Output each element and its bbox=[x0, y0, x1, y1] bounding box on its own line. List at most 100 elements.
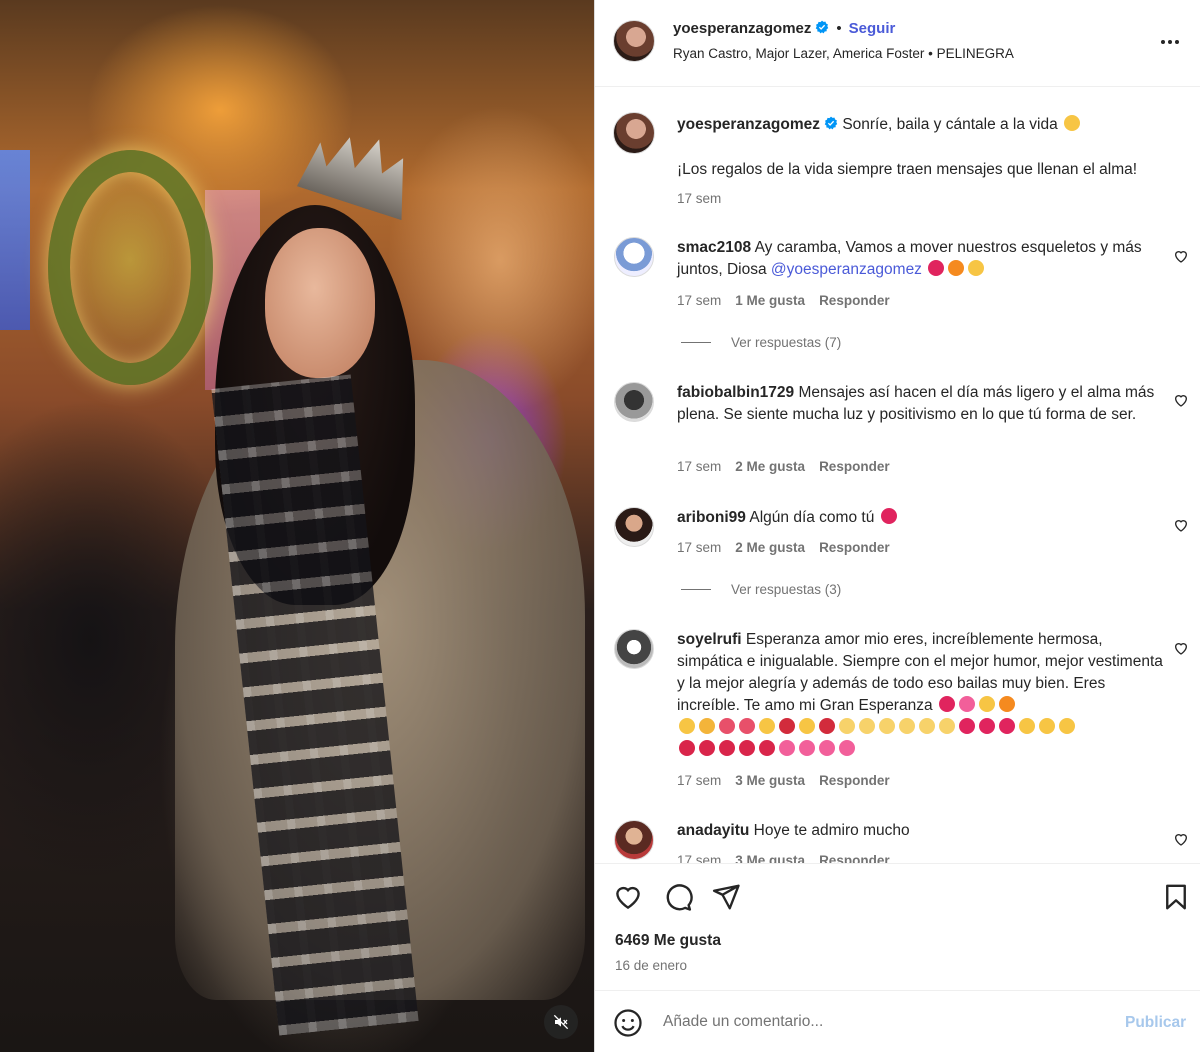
heart-emoji bbox=[880, 508, 897, 524]
rose-emoji bbox=[779, 718, 795, 734]
author-avatar[interactable] bbox=[613, 20, 655, 62]
comment-username[interactable]: anadayitu bbox=[677, 822, 749, 839]
comment-username[interactable]: ariboni99 bbox=[677, 509, 746, 526]
like-comment-heart-icon[interactable] bbox=[1173, 248, 1189, 264]
sparkles-emoji bbox=[899, 718, 915, 734]
caption-username[interactable]: yoesperanzagomez bbox=[677, 116, 820, 133]
post-date[interactable]: 16 de enero bbox=[615, 958, 687, 973]
more-options-icon[interactable] bbox=[1161, 32, 1185, 52]
author-line: yoesperanzagomez • Seguir bbox=[673, 20, 895, 37]
dizzy-emoji bbox=[839, 718, 855, 734]
clap-emoji bbox=[699, 718, 715, 734]
like-comment-heart-icon[interactable] bbox=[1173, 831, 1189, 847]
caption-line2: ¡Los regalos de la vida siempre traen me… bbox=[677, 161, 1138, 178]
comment-avatar[interactable] bbox=[614, 507, 654, 547]
comment-meta: 17 sem 3 Me gusta Responder bbox=[677, 853, 904, 863]
bouquet-emoji bbox=[719, 718, 735, 734]
heart-eyes-emoji bbox=[1039, 718, 1055, 734]
verified-badge-icon bbox=[816, 20, 829, 34]
publish-button[interactable]: Publicar bbox=[1125, 1014, 1186, 1032]
reply-button[interactable]: Responder bbox=[819, 293, 890, 308]
comment-avatar[interactable] bbox=[614, 820, 654, 860]
fire-emoji bbox=[948, 260, 965, 276]
sparkles-emoji bbox=[939, 718, 955, 734]
heart-emoji bbox=[928, 260, 945, 276]
author-username[interactable]: yoesperanzagomez bbox=[673, 20, 811, 37]
emoji-icon[interactable] bbox=[613, 1008, 643, 1038]
lips-emoji bbox=[719, 740, 735, 756]
comment-avatar[interactable] bbox=[614, 629, 654, 669]
post-details-panel: yoesperanzagomez • Seguir Ryan Castro, Maj… bbox=[594, 0, 1200, 1052]
comment-icon[interactable] bbox=[663, 882, 693, 912]
heart-emoji bbox=[938, 696, 955, 712]
heart-eyes-emoji bbox=[1019, 718, 1035, 734]
post-actions: 6469 Me gusta 16 de enero bbox=[595, 863, 1200, 990]
comment-text: ariboni99 Algún día como tú bbox=[677, 507, 1167, 529]
raised-hands-emoji bbox=[679, 718, 695, 734]
post-header: yoesperanzagomez • Seguir Ryan Castro, Maj… bbox=[595, 0, 1200, 87]
comment-meta: 17 sem 2 Me gusta Responder bbox=[677, 540, 890, 555]
comment-text: soyelrufi Esperanza amor mio eres, incre… bbox=[677, 629, 1167, 761]
comment-avatar[interactable] bbox=[614, 237, 654, 277]
heart-eyes-emoji bbox=[968, 260, 985, 276]
mention-link[interactable]: @yoesperanzagomez bbox=[771, 261, 922, 278]
mute-button[interactable] bbox=[544, 1005, 578, 1039]
comment-username[interactable]: fabiobalbin1729 bbox=[677, 384, 794, 401]
heart-eyes-emoji bbox=[1059, 718, 1075, 734]
caption-line1: Sonríe, baila y cántale a la vida bbox=[842, 116, 1058, 133]
view-replies-button[interactable]: Ver respuestas (7) bbox=[681, 335, 841, 350]
grinning-emoji bbox=[1064, 115, 1081, 131]
dizzy-emoji bbox=[919, 718, 935, 734]
comment-text: smac2108 Ay caramba, Vamos a mover nuest… bbox=[677, 239, 1142, 278]
lips-emoji bbox=[679, 740, 695, 756]
comment-text: fabiobalbin1729 Mensajes así hacen el dí… bbox=[677, 384, 1155, 423]
heart-emoji bbox=[779, 740, 795, 756]
like-comment-heart-icon[interactable] bbox=[1173, 517, 1189, 533]
share-icon[interactable] bbox=[711, 882, 741, 912]
like-comment-heart-icon[interactable] bbox=[1173, 640, 1189, 656]
lips-emoji bbox=[699, 740, 715, 756]
reply-button[interactable]: Responder bbox=[819, 540, 890, 555]
comment-text: anadayitu Hoye te admiro mucho bbox=[677, 822, 910, 839]
comment-username[interactable]: soyelrufi bbox=[677, 631, 742, 648]
heart-eyes-emoji bbox=[978, 696, 995, 712]
bouquet-emoji bbox=[739, 718, 755, 734]
reply-button[interactable]: Responder bbox=[819, 853, 890, 863]
comments-list[interactable]: yoesperanzagomez Sonríe, baila y cántale… bbox=[595, 87, 1200, 863]
background-screen bbox=[0, 150, 30, 330]
caption-time[interactable]: 17 sem bbox=[677, 191, 721, 206]
heart-icon[interactable] bbox=[613, 882, 643, 912]
audio-line[interactable]: Ryan Castro, Major Lazer, America Foster… bbox=[673, 46, 1014, 61]
caption-meta: 17 sem bbox=[677, 191, 735, 206]
likes-count[interactable]: 6469 Me gusta bbox=[615, 932, 721, 950]
heart-emoji bbox=[839, 740, 855, 756]
hearts-emoji bbox=[958, 696, 975, 712]
comment-username[interactable]: smac2108 bbox=[677, 239, 751, 256]
comment-meta: 17 sem 2 Me gusta Responder bbox=[677, 459, 890, 474]
heart-emoji bbox=[819, 740, 835, 756]
comment-avatar[interactable] bbox=[614, 382, 654, 422]
like-comment-heart-icon[interactable] bbox=[1173, 392, 1189, 408]
hundred-emoji bbox=[979, 718, 995, 734]
bookmark-icon[interactable] bbox=[1161, 882, 1191, 912]
heart-hands-emoji bbox=[799, 718, 815, 734]
hundred-emoji bbox=[999, 718, 1015, 734]
mute-icon bbox=[553, 1014, 569, 1030]
lips-emoji bbox=[759, 740, 775, 756]
view-replies-button[interactable]: Ver respuestas (3) bbox=[681, 582, 841, 597]
hundred-emoji bbox=[959, 718, 975, 734]
caption-author-avatar[interactable] bbox=[613, 112, 655, 154]
comment-input[interactable] bbox=[663, 1005, 1103, 1039]
sparkles-emoji bbox=[859, 718, 875, 734]
caption-text: yoesperanzagomez Sonríe, baila y cántale… bbox=[677, 114, 1167, 136]
woman-face bbox=[265, 228, 375, 378]
rose-emoji bbox=[819, 718, 835, 734]
verified-badge-icon bbox=[824, 116, 838, 130]
lips-emoji bbox=[739, 740, 755, 756]
reply-button[interactable]: Responder bbox=[819, 773, 890, 788]
heart-emoji bbox=[799, 740, 815, 756]
post-media-video[interactable] bbox=[0, 0, 594, 1052]
comment-meta: 17 sem 3 Me gusta Responder bbox=[677, 773, 890, 788]
follow-button[interactable]: Seguir bbox=[849, 20, 896, 37]
reply-button[interactable]: Responder bbox=[819, 459, 890, 474]
